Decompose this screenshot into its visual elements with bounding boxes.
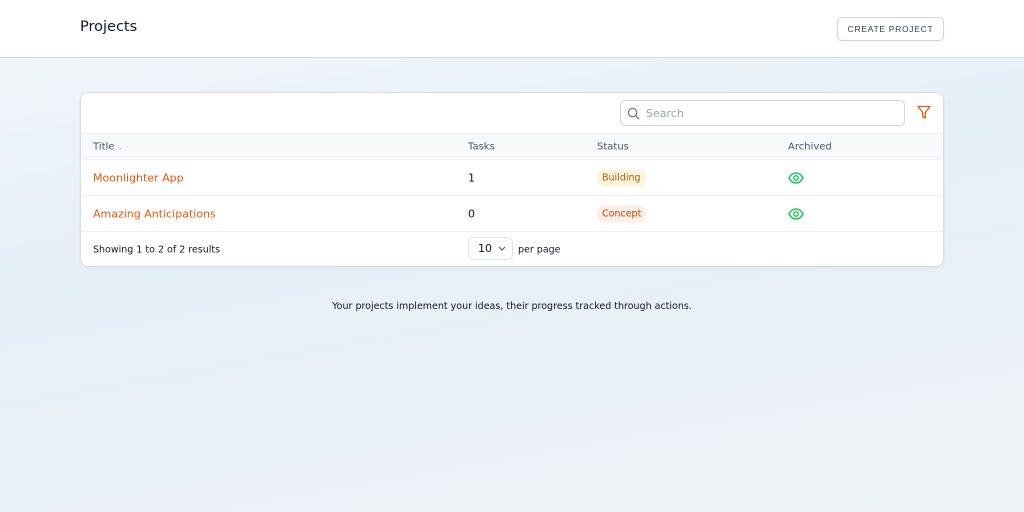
column-title[interactable]: Title ⌄ — [93, 141, 124, 152]
create-project-button[interactable]: CREATE PROJECT — [837, 17, 944, 41]
chevron-down-icon — [498, 246, 506, 251]
per-page-value: 10 — [478, 242, 492, 255]
eye-icon — [788, 171, 804, 184]
column-status: Status — [597, 141, 629, 152]
project-title-link[interactable]: Moonlighter App — [93, 171, 184, 184]
table-header: Title ⌄ Tasks Status Archived — [81, 133, 943, 160]
pagination-footer: Showing 1 to 2 of 2 results 10 per page — [81, 232, 943, 266]
per-page-label: per page — [518, 244, 561, 256]
eye-icon — [788, 207, 804, 220]
page-header: Projects CREATE PROJECT — [0, 0, 1024, 58]
project-title-link[interactable]: Amazing Anticipations — [93, 207, 216, 220]
page-title: Projects — [80, 19, 138, 35]
table-row[interactable]: Moonlighter App 1 Building — [81, 160, 943, 196]
search-icon — [627, 107, 640, 119]
status-badge: Concept — [597, 205, 647, 222]
task-count: 0 — [468, 207, 475, 220]
filter-icon[interactable] — [917, 105, 931, 120]
info-note: Your projects implement your ideas, thei… — [332, 301, 692, 312]
projects-table-card: Title ⌄ Tasks Status Archived Moonlighte… — [80, 92, 944, 267]
sort-chevron-icon: ⌄ — [117, 143, 124, 151]
search-input[interactable] — [646, 106, 886, 120]
column-archived: Archived — [788, 141, 832, 152]
search-box[interactable] — [620, 100, 905, 126]
status-badge: Building — [597, 169, 646, 186]
results-summary: Showing 1 to 2 of 2 results — [93, 244, 221, 256]
per-page-select[interactable]: 10 — [468, 237, 513, 260]
task-count: 1 — [468, 171, 475, 184]
column-tasks: Tasks — [468, 141, 495, 152]
table-row[interactable]: Amazing Anticipations 0 Concept — [81, 196, 943, 232]
